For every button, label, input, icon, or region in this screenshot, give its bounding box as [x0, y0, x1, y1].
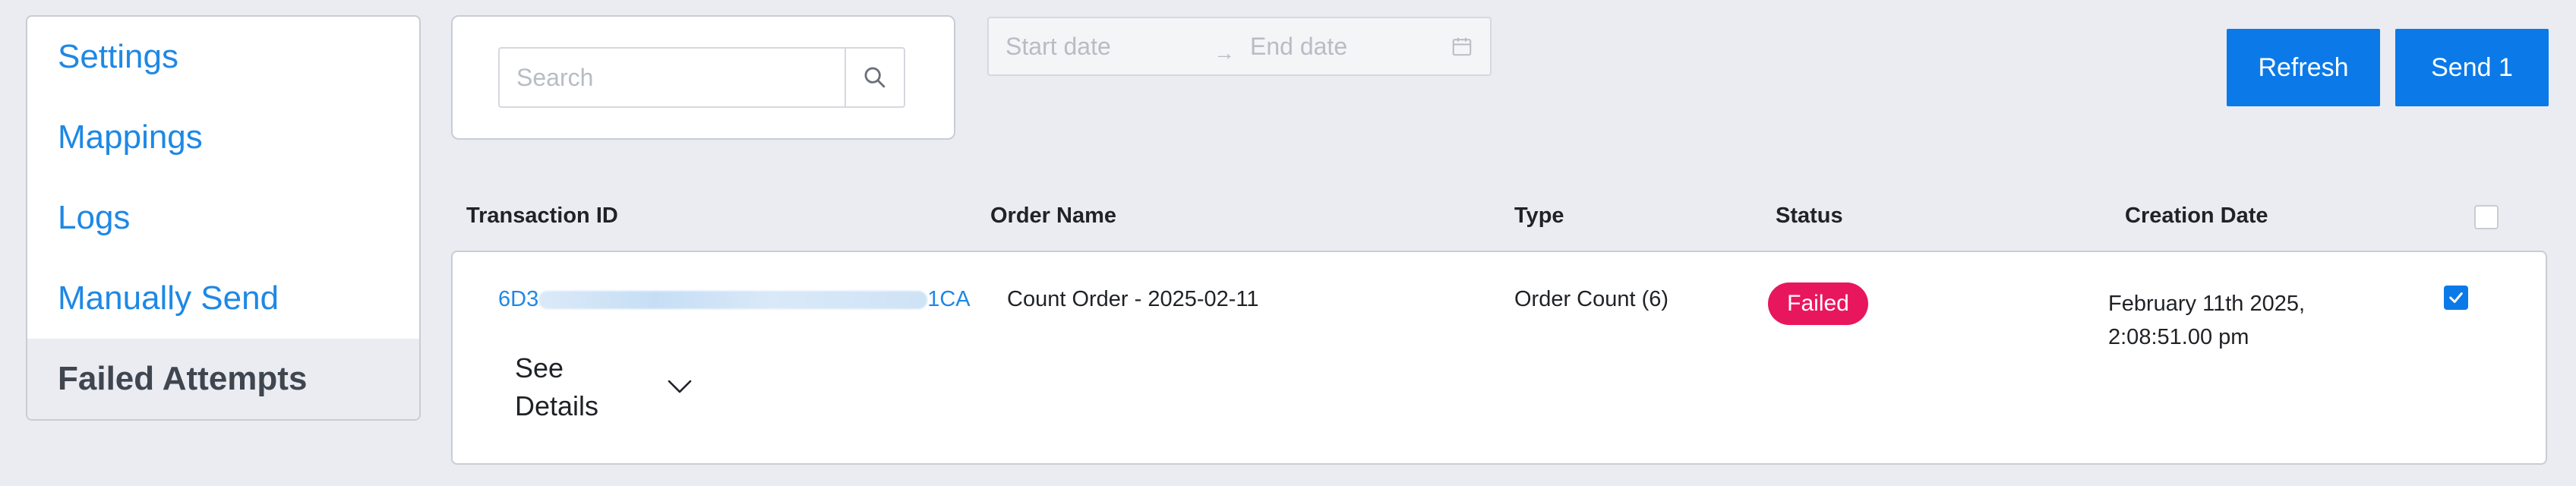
creation-date-cell: February 11th 2025, 2:08:51.00 pm — [2108, 287, 2305, 354]
see-details-toggle[interactable]: See Details — [515, 349, 728, 425]
start-date-field[interactable]: Start date — [1005, 33, 1111, 61]
sidebar-item-label: Mappings — [58, 118, 203, 156]
search-panel — [451, 15, 955, 140]
transaction-id-link[interactable]: 6D3 1CA — [498, 287, 971, 312]
sidebar-item-logs[interactable]: Logs — [27, 178, 419, 258]
send-button[interactable]: Send 1 — [2395, 29, 2549, 106]
type-cell: Order Count (6) — [1514, 287, 1669, 311]
checkmark-icon — [2449, 292, 2463, 303]
sidebar-item-label: Logs — [58, 199, 131, 236]
chevron-down-icon — [668, 380, 692, 393]
sidebar-item-settings[interactable]: Settings — [27, 17, 419, 97]
calendar-icon — [1452, 37, 1472, 56]
select-all-checkbox[interactable] — [2474, 205, 2499, 229]
search-icon — [864, 67, 886, 88]
sidebar-item-label: Failed Attempts — [58, 360, 308, 397]
order-name-cell: Count Order - 2025-02-11 — [1007, 287, 1259, 311]
sidebar-item-mappings[interactable]: Mappings — [27, 97, 419, 178]
row-checkbox[interactable] — [2444, 286, 2468, 310]
transaction-id-suffix: 1CA — [927, 287, 971, 311]
redacted-region — [538, 290, 928, 309]
sidebar-item-label: Settings — [58, 38, 178, 75]
column-header-transaction-id: Transaction ID — [466, 204, 618, 228]
transaction-id-prefix: 6D3 — [498, 287, 539, 311]
date-separator-arrow-icon: → — [1214, 41, 1235, 65]
column-header-creation-date: Creation Date — [2125, 204, 2268, 228]
sidebar-item-failed-attempts[interactable]: Failed Attempts — [27, 339, 419, 419]
table-row: 6D3 1CA Count Order - 2025-02-11 Order C… — [451, 251, 2547, 465]
date-range-picker[interactable]: Start date → End date — [987, 17, 1492, 76]
column-header-order-name: Order Name — [990, 204, 1117, 228]
refresh-button[interactable]: Refresh — [2227, 29, 2380, 106]
sidebar-item-label: Manually Send — [58, 279, 279, 317]
status-badge: Failed — [1768, 282, 1868, 325]
search-button[interactable] — [844, 47, 905, 108]
creation-time-line: 2:08:51.00 pm — [2108, 325, 2249, 349]
search-input[interactable] — [498, 47, 844, 108]
column-header-type: Type — [1514, 204, 1564, 228]
sidebar-item-manually-send[interactable]: Manually Send — [27, 258, 419, 339]
creation-date-line: February 11th 2025, — [2108, 292, 2306, 316]
column-header-status: Status — [1776, 204, 1843, 228]
sidebar: Settings Mappings Logs Manually Send Fai… — [26, 15, 421, 421]
see-details-label: See Details — [515, 352, 599, 421]
end-date-field[interactable]: End date — [1250, 33, 1347, 61]
